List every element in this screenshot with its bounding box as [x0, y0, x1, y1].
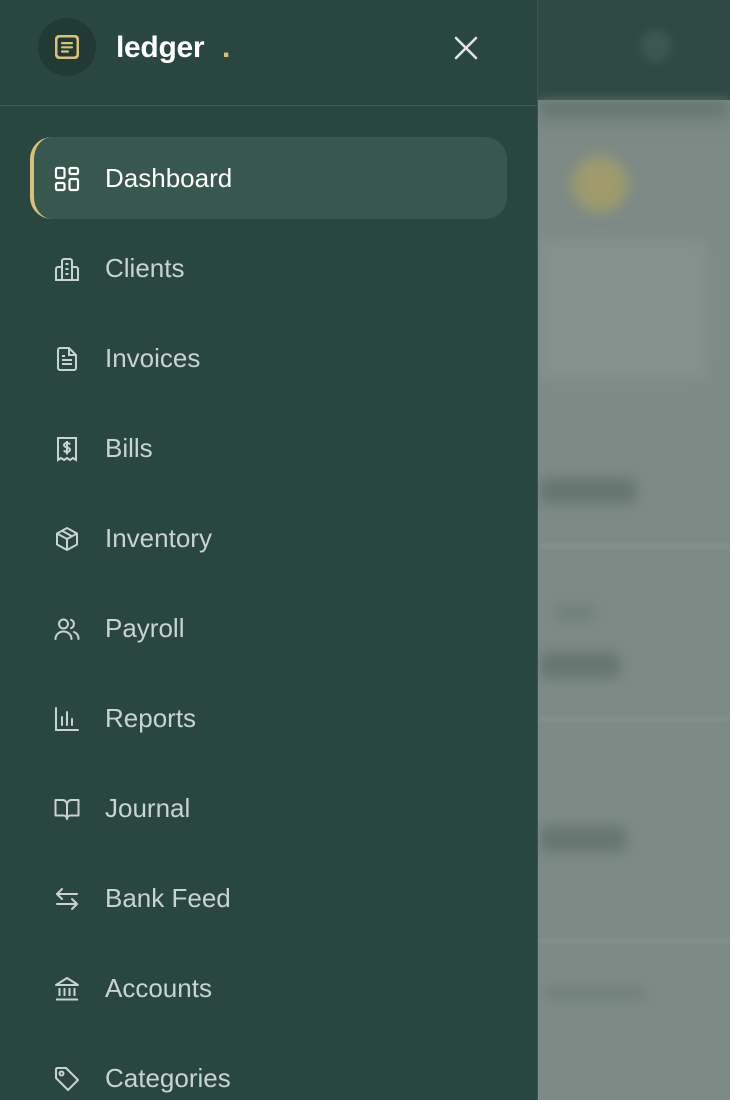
close-drawer-button[interactable] — [446, 28, 486, 68]
users-icon — [52, 614, 82, 644]
sidebar-item-label: Dashboard — [105, 163, 233, 193]
sidebar-item-label: Bills — [105, 433, 153, 463]
sidebar-item-bills[interactable]: Bills — [30, 407, 507, 489]
sidebar-item-label: Reports — [105, 703, 197, 733]
box-icon — [52, 524, 82, 554]
sidebar-item-label: Inventory — [105, 523, 212, 553]
document-icon — [52, 344, 82, 374]
arrows-swap-icon — [52, 884, 82, 914]
tag-icon — [52, 1064, 82, 1094]
sidebar-item-accounts[interactable]: Accounts — [30, 947, 507, 1029]
bank-icon — [52, 974, 82, 1004]
sidebar-item-label: Bank Feed — [105, 883, 231, 913]
book-open-icon — [52, 794, 82, 824]
navigation-drawer: ledger . Dashboard Clients Invoices Bill… — [0, 0, 538, 1100]
sidebar-item-label: Clients — [105, 253, 185, 283]
sidebar-item-label: Payroll — [105, 613, 185, 643]
sidebar-item-label: Accounts — [105, 973, 212, 1003]
sidebar-item-clients[interactable]: Clients — [30, 227, 507, 309]
logo — [38, 18, 96, 76]
building-icon — [52, 254, 82, 284]
close-icon — [454, 36, 478, 60]
drawer-header: ledger . — [0, 0, 537, 106]
sidebar-item-invoices[interactable]: Invoices — [30, 317, 507, 399]
sidebar-item-label: Categories — [105, 1063, 231, 1093]
sidebar-item-label: Invoices — [105, 343, 201, 373]
dashboard-grid-icon — [52, 164, 82, 194]
sidebar-item-payroll[interactable]: Payroll — [30, 587, 507, 669]
bar-chart-icon — [52, 704, 82, 734]
document-notes-icon — [55, 35, 79, 59]
sidebar-item-journal[interactable]: Journal — [30, 767, 507, 849]
receipt-dollar-icon — [52, 434, 82, 464]
sidebar-item-bank-feed[interactable]: Bank Feed — [30, 857, 507, 939]
brand-name: ledger — [116, 31, 205, 64]
brand-dot: . — [222, 31, 231, 64]
sidebar-item-inventory[interactable]: Inventory — [30, 497, 507, 579]
sidebar-nav: Dashboard Clients Invoices Bills Invento… — [0, 137, 537, 1100]
sidebar-item-categories[interactable]: Categories — [30, 1037, 507, 1100]
sidebar-item-label: Journal — [105, 793, 191, 823]
sidebar-item-dashboard[interactable]: Dashboard — [30, 137, 507, 219]
background-avatar — [572, 156, 628, 212]
sidebar-item-reports[interactable]: Reports — [30, 677, 507, 759]
